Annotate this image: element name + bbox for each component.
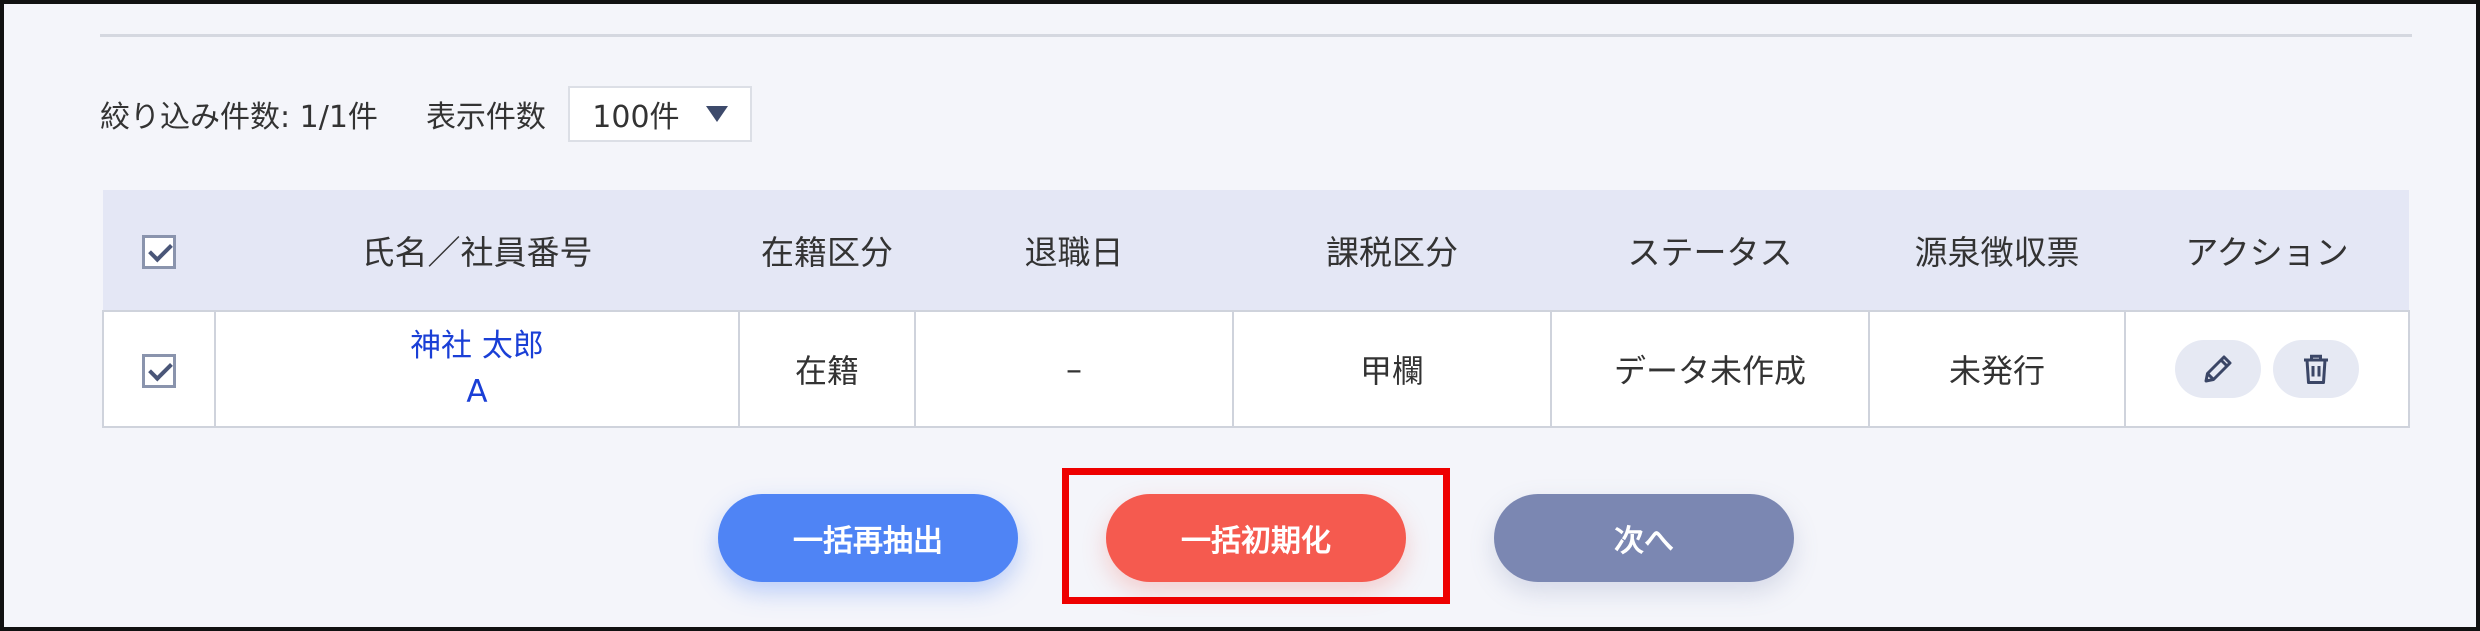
employee-name-link[interactable]: 神社 太郎 A <box>410 323 544 415</box>
per-page-value: 100件 <box>592 100 680 135</box>
check-icon <box>148 356 173 382</box>
check-icon <box>148 237 173 263</box>
pencil-icon <box>2204 355 2232 383</box>
name-cell: 神社 太郎 A <box>214 310 740 428</box>
header-action: アクション <box>2125 190 2409 311</box>
trash-icon <box>2304 354 2328 384</box>
status-cell: データ未作成 <box>1550 310 1870 428</box>
row-actions <box>2126 340 2408 398</box>
per-page-select[interactable]: 100件 <box>567 86 752 142</box>
caret-down-icon <box>705 106 728 122</box>
employee-number: A <box>466 374 488 410</box>
filter-count-text: 絞り込み件数: 1/1件 <box>100 100 378 135</box>
withholding-slip-cell: 未発行 <box>1868 310 2126 428</box>
enrollment-cell: 在籍 <box>738 310 916 428</box>
header-tax-category: 課税区分 <box>1233 190 1551 311</box>
bulk-reextract-button[interactable]: 一括再抽出 <box>718 494 1018 582</box>
table-row: 神社 太郎 A 在籍 – 甲欄 データ未作成 未発行 <box>102 310 2410 428</box>
action-cell <box>2124 310 2410 428</box>
section-divider <box>100 34 2412 37</box>
table-header-row: 氏名／社員番号 在籍区分 退職日 課税区分 ステータス 源泉徴収票 アクション <box>103 190 2409 311</box>
header-status: ステータス <box>1551 190 1869 311</box>
tax-category-cell: 甲欄 <box>1232 310 1552 428</box>
header-name: 氏名／社員番号 <box>215 190 739 311</box>
per-page-label: 表示件数 <box>425 100 546 135</box>
header-select-all[interactable] <box>103 190 215 311</box>
header-retirement-date: 退職日 <box>915 190 1233 311</box>
retirement-date-cell: – <box>914 310 1234 428</box>
select-all-checkbox[interactable] <box>142 235 176 269</box>
row-checkbox[interactable] <box>142 354 176 388</box>
page-frame: 絞り込み件数: 1/1件 表示件数 100件 氏名／社員番号 在籍区分 退職日 … <box>0 0 2480 631</box>
header-enrollment: 在籍区分 <box>739 190 915 311</box>
employee-name: 神社 太郎 <box>410 328 544 364</box>
header-withholding-slip: 源泉徴収票 <box>1869 190 2125 311</box>
delete-button[interactable] <box>2273 340 2359 398</box>
filter-bar: 絞り込み件数: 1/1件 表示件数 100件 <box>100 84 752 144</box>
highlight-box <box>1062 468 1450 604</box>
employee-table: 氏名／社員番号 在籍区分 退職日 課税区分 ステータス 源泉徴収票 アクション … <box>102 190 2410 428</box>
row-select-cell[interactable] <box>102 310 216 428</box>
edit-button[interactable] <box>2175 340 2261 398</box>
next-button[interactable]: 次へ <box>1494 494 1794 582</box>
